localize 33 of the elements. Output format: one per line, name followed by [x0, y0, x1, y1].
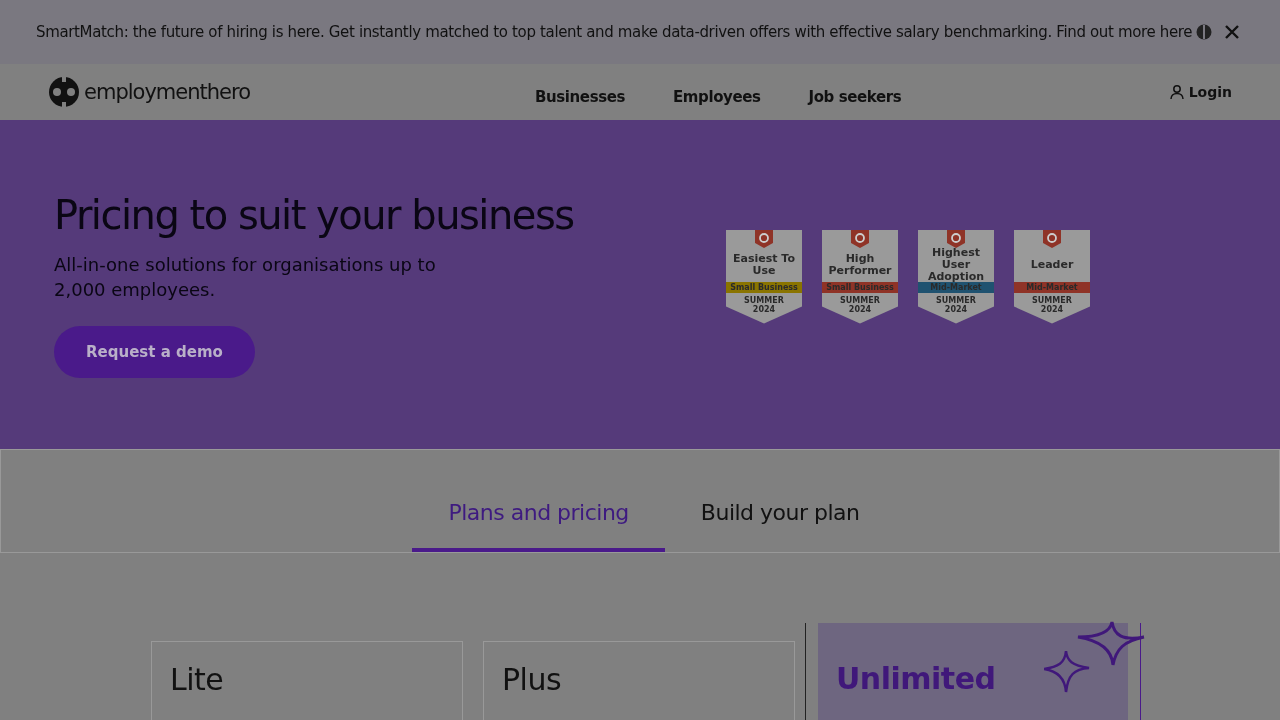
badge-title: Highest User Adoption [926, 249, 986, 280]
badge-year: 2024 [944, 304, 968, 314]
badge-season: SUMMER [936, 295, 976, 305]
badge-season: SUMMER [840, 295, 880, 305]
nav-link[interactable]: Employees [673, 88, 761, 106]
logo[interactable]: employmenthero [48, 76, 250, 108]
badge-season: SUMMER [744, 295, 784, 305]
plan-name: Plus [502, 662, 562, 697]
request-demo-button[interactable]: Request a demo [54, 325, 255, 378]
tab[interactable]: Build your plan [664, 476, 896, 552]
plan-name: Lite [170, 662, 224, 697]
hero-title: Pricing to suit your business [54, 191, 575, 238]
badge-title: Leader [1030, 256, 1074, 273]
badge-year: 2024 [848, 304, 872, 314]
badge-title: High Performer [827, 250, 893, 279]
half-circle-icon [1196, 24, 1213, 40]
tab[interactable]: Plans and pricing [412, 476, 665, 552]
badge-year: 2024 [1040, 304, 1064, 314]
badge-ribbon: Mid-Market [918, 281, 994, 293]
banner-text: SmartMatch: the future of hiring is here. Get instantly matched to top talent and make data-driven offers with effective salary benchmarking. Find out more here [36, 23, 1193, 41]
badge-year: 2024 [752, 304, 776, 314]
login-link[interactable]: Login [1168, 84, 1232, 100]
close-icon [1224, 24, 1240, 40]
user-icon [1168, 84, 1185, 100]
badge-ribbon: Mid-Market [1014, 281, 1090, 293]
badge-ribbon: Small Business [726, 281, 802, 293]
badge-title: Easiest To Use [732, 250, 796, 279]
badge-season: SUMMER [1032, 295, 1072, 305]
badge-ribbon: Small Business [822, 281, 898, 293]
nav-link[interactable]: Businesses [535, 88, 625, 106]
plan-name: Unlimited [836, 661, 996, 696]
nav-link[interactable]: Job seekers [808, 88, 902, 106]
hero-subtitle: All-in-one solutions for organisations up to 2,000 employees. [54, 252, 437, 302]
